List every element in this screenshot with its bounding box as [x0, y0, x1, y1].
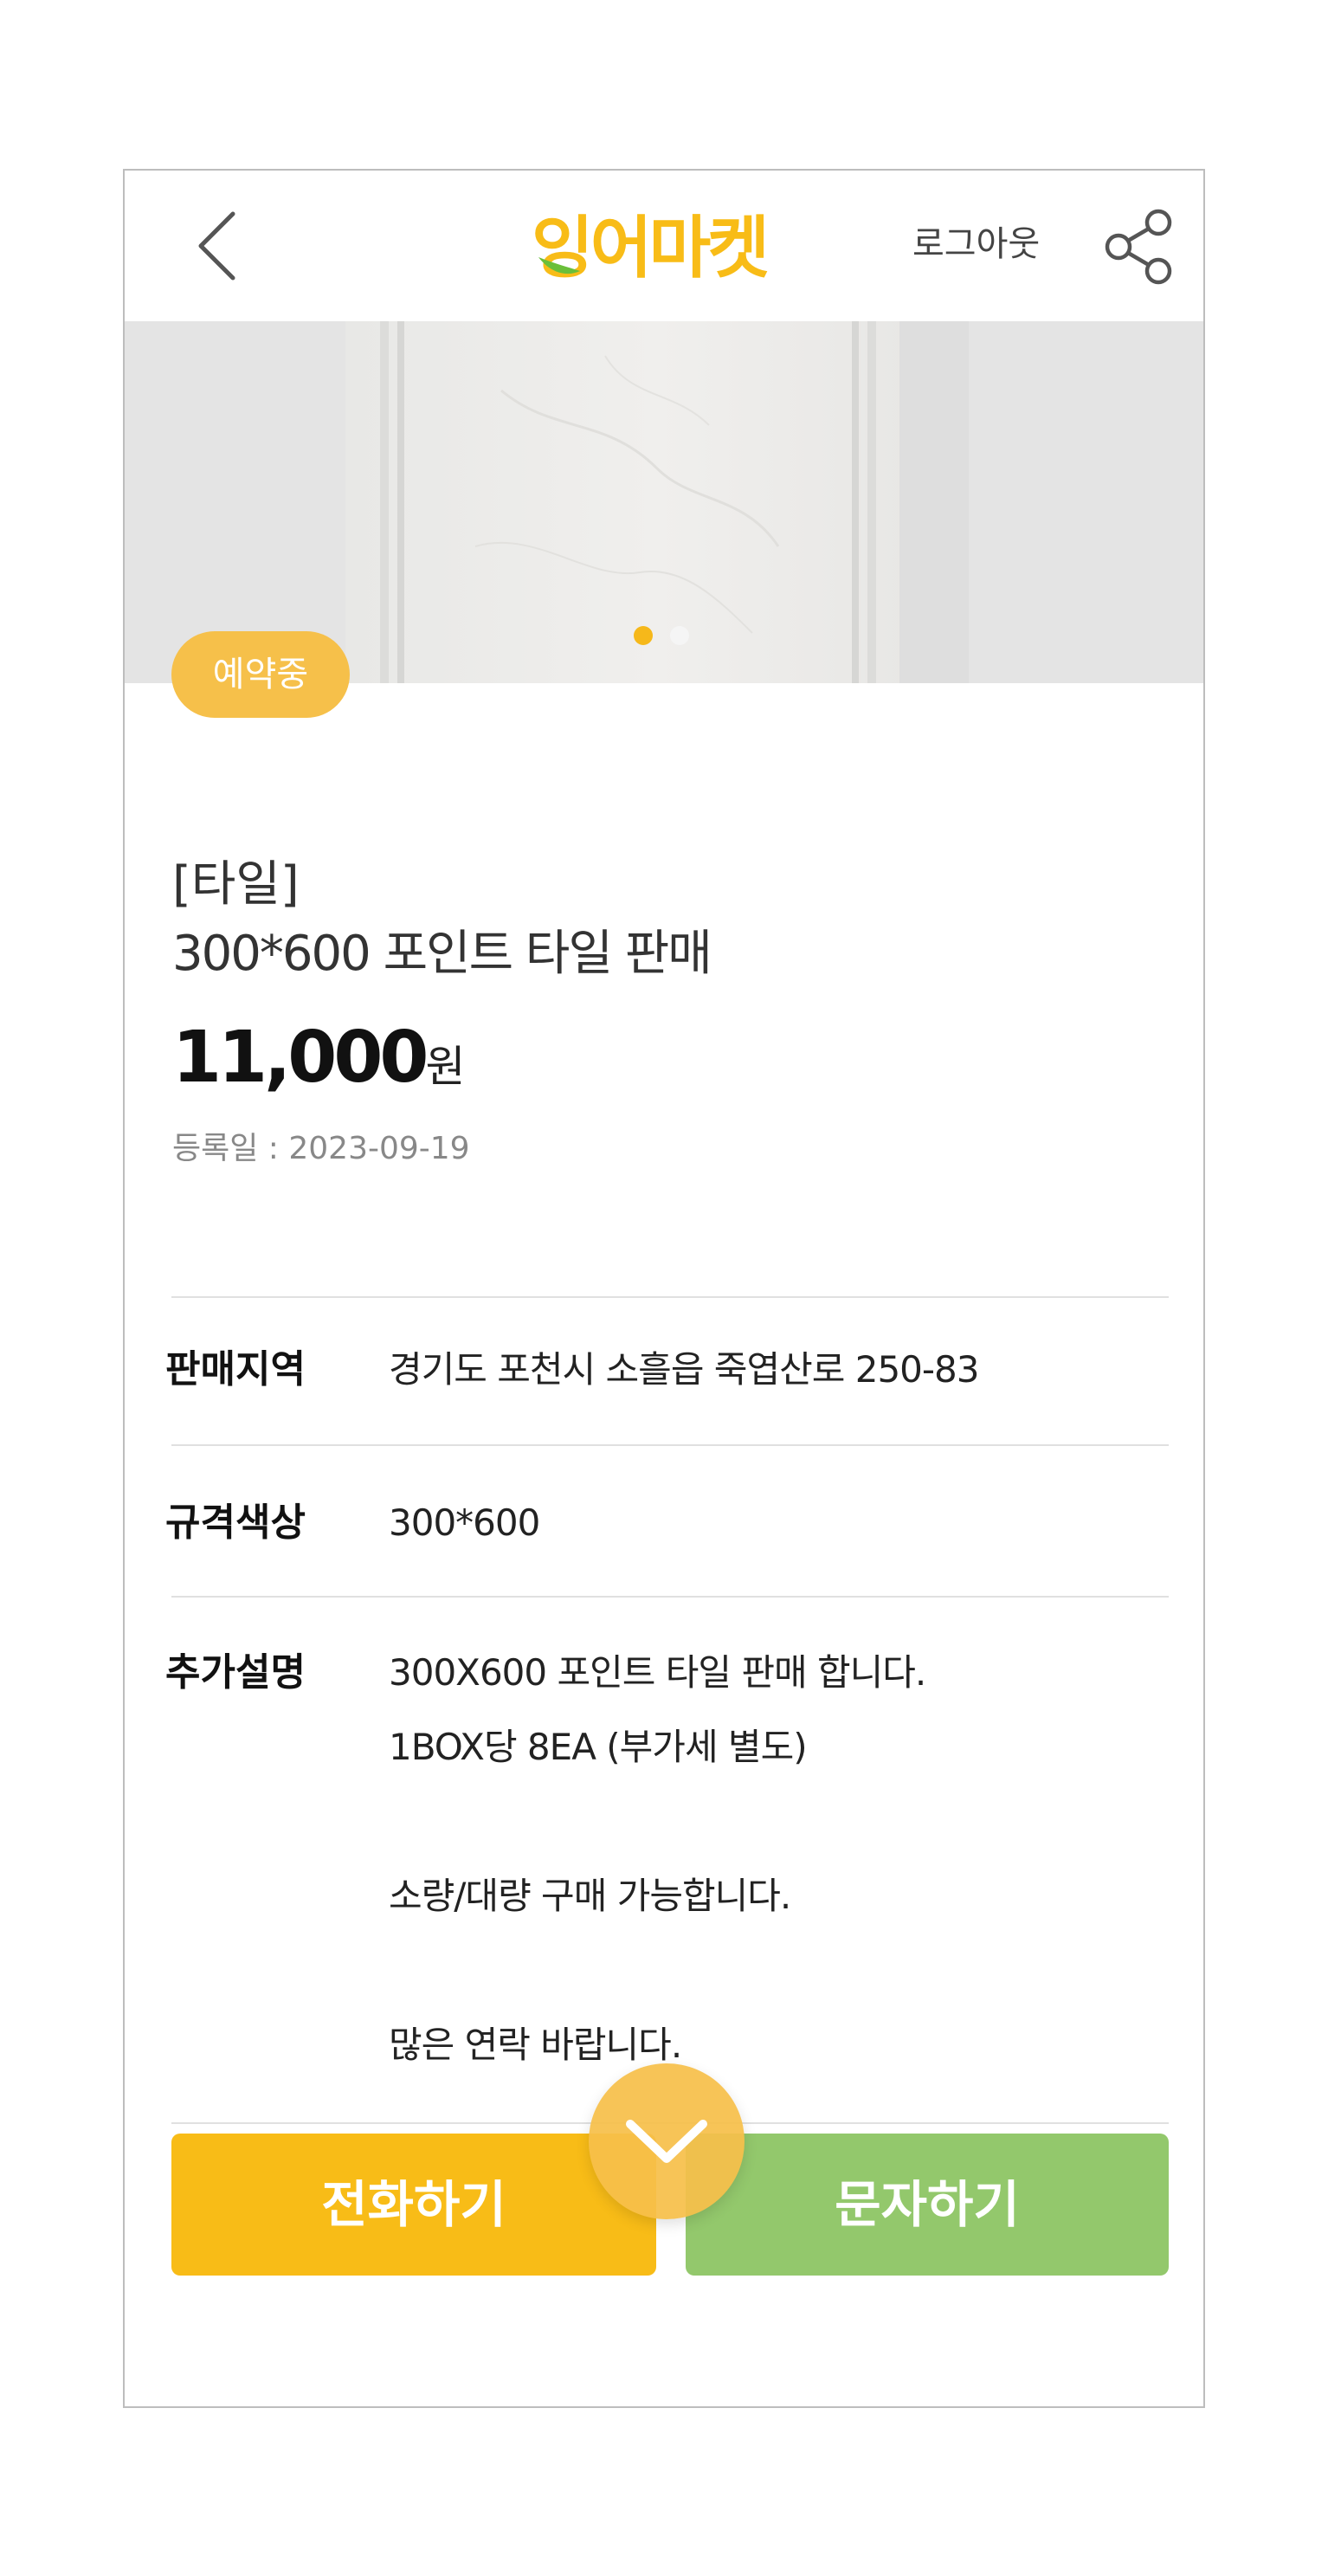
- description-line: 소량/대량 구매 가능합니다.: [389, 1875, 791, 1917]
- price: 11,000원: [172, 1015, 465, 1120]
- header: 잉어마켓 로그아웃: [125, 171, 1203, 321]
- description-line: 300X600 포인트 타일 판매 합니다.: [389, 1651, 926, 1694]
- divider: [171, 1296, 1169, 1298]
- price-unit: 원: [425, 1042, 466, 1092]
- scroll-toggle-button[interactable]: [589, 2063, 745, 2219]
- price-amount: 11,000: [172, 1017, 429, 1099]
- status-badge: 예약중: [171, 631, 350, 718]
- spec-label: 규격색상: [165, 1501, 306, 1545]
- registered-date: 등록일 : 2023-09-19: [172, 1131, 470, 1166]
- logo-image: 잉어마켓: [532, 210, 771, 287]
- description-label: 추가설명: [165, 1650, 306, 1695]
- description-line: 1BOX당 8EA (부가세 별도): [389, 1726, 808, 1768]
- product-title: 300*600 포인트 타일 판매: [172, 926, 712, 982]
- logo[interactable]: 잉어마켓: [532, 203, 800, 290]
- carousel-dot-2[interactable]: [670, 626, 689, 645]
- sms-button[interactable]: 문자하기: [686, 2134, 1169, 2276]
- chevron-down-icon: [626, 2120, 707, 2163]
- product-category: [타일]: [172, 856, 300, 913]
- svg-text:잉어마켓: 잉어마켓: [532, 210, 768, 287]
- region-value: 경기도 포천시 소흘읍 죽엽산로 250-83: [389, 1348, 979, 1391]
- share-button[interactable]: [1094, 203, 1181, 290]
- divider: [171, 1596, 1169, 1598]
- app-frame: 잉어마켓 로그아웃 예약중 [타일] 300*600 포인트 타일 판매 11,…: [123, 169, 1205, 2408]
- logout-link[interactable]: 로그아웃: [912, 214, 1040, 274]
- back-button[interactable]: [185, 205, 255, 287]
- carousel-indicators: [634, 626, 689, 645]
- chevron-left-icon: [198, 211, 235, 281]
- carousel-dot-1[interactable]: [634, 626, 653, 645]
- share-icon: [1105, 209, 1172, 285]
- spec-value: 300*600: [389, 1501, 540, 1544]
- call-button[interactable]: 전화하기: [171, 2134, 656, 2276]
- region-label: 판매지역: [165, 1347, 306, 1391]
- divider: [171, 1444, 1169, 1446]
- image-carousel[interactable]: [125, 321, 1203, 683]
